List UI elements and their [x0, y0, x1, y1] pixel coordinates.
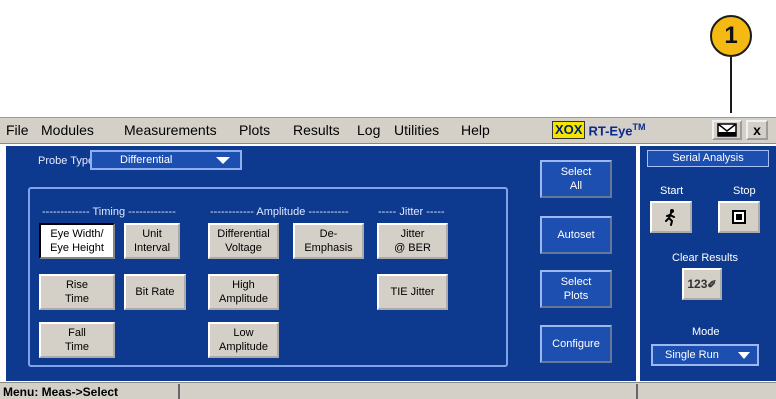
- menu-bar: File Modules Measurements Plots Results …: [0, 117, 776, 144]
- window-minimize-icon: [717, 123, 737, 137]
- clear-results-label: Clear Results: [672, 252, 739, 264]
- select-plots-button[interactable]: Select Plots: [540, 270, 612, 308]
- rise-time-button[interactable]: Rise Time: [39, 274, 115, 310]
- status-divider: [636, 384, 638, 399]
- select-all-button[interactable]: Select All: [540, 160, 612, 198]
- menu-log[interactable]: Log: [357, 122, 380, 138]
- probe-type-dropdown[interactable]: Differential: [90, 150, 242, 170]
- start-button[interactable]: [650, 201, 692, 233]
- callout-badge: 1: [710, 15, 752, 57]
- menu-file[interactable]: File: [6, 122, 29, 138]
- tie-jitter-button[interactable]: TIE Jitter: [377, 274, 448, 310]
- autoset-button[interactable]: Autoset: [540, 216, 612, 254]
- close-icon: x: [753, 122, 761, 138]
- high-amplitude-button[interactable]: High Amplitude: [208, 274, 279, 310]
- probe-type-value: Differential: [120, 154, 173, 166]
- dropdown-arrow-icon: [738, 352, 750, 359]
- eraser-icon: 123✐: [687, 277, 717, 291]
- unit-interval-button[interactable]: Unit Interval: [124, 223, 180, 259]
- close-button[interactable]: x: [746, 120, 768, 140]
- menu-measurements[interactable]: Measurements: [124, 122, 217, 138]
- callout-number: 1: [724, 22, 738, 49]
- start-label: Start: [660, 185, 684, 197]
- jitter-at-ber-button[interactable]: Jitter @ BER: [377, 223, 448, 259]
- stop-button[interactable]: [718, 201, 760, 233]
- low-amplitude-button[interactable]: Low Amplitude: [208, 322, 279, 358]
- configure-button[interactable]: Configure: [540, 325, 612, 363]
- minimize-window-button[interactable]: [712, 120, 742, 140]
- timing-section-label: ------------- Timing -------------: [42, 206, 176, 218]
- mode-value: Single Run: [665, 349, 719, 361]
- probe-type-label: Probe Type: [38, 155, 95, 167]
- mode-label: Mode: [692, 326, 720, 338]
- app-name: RT-EyeTM: [588, 121, 646, 139]
- differential-voltage-button[interactable]: Differential Voltage: [208, 223, 279, 259]
- menu-utilities[interactable]: Utilities: [394, 122, 439, 138]
- de-emphasis-button[interactable]: De- Emphasis: [293, 223, 364, 259]
- status-bar: Menu: Meas->Select: [0, 382, 776, 399]
- mode-dropdown[interactable]: Single Run: [651, 344, 759, 366]
- logo-mark: XOX: [552, 121, 586, 139]
- jitter-section-label: ----- Jitter -----: [378, 206, 445, 218]
- amplitude-section-label: ------------ Amplitude -----------: [210, 206, 349, 218]
- app-logo: XOX RT-EyeTM: [552, 121, 646, 139]
- bit-rate-button[interactable]: Bit Rate: [124, 274, 186, 310]
- callout-line: [730, 57, 732, 113]
- status-text: Menu: Meas->Select: [3, 385, 119, 399]
- serial-analysis-header: Serial Analysis: [647, 150, 769, 167]
- eye-width-height-button[interactable]: Eye Width/Eye Height: [39, 223, 115, 259]
- running-man-icon: [665, 209, 675, 226]
- menu-plots[interactable]: Plots: [239, 122, 270, 138]
- fall-time-button[interactable]: Fall Time: [39, 322, 115, 358]
- stop-label: Stop: [733, 185, 756, 197]
- clear-results-button[interactable]: 123✐: [682, 268, 722, 300]
- dropdown-arrow-icon: [216, 157, 230, 164]
- status-divider: [178, 384, 180, 399]
- stop-square-icon: [732, 210, 746, 224]
- menu-results[interactable]: Results: [293, 122, 340, 138]
- menu-help[interactable]: Help: [461, 122, 490, 138]
- menu-modules[interactable]: Modules: [41, 122, 94, 138]
